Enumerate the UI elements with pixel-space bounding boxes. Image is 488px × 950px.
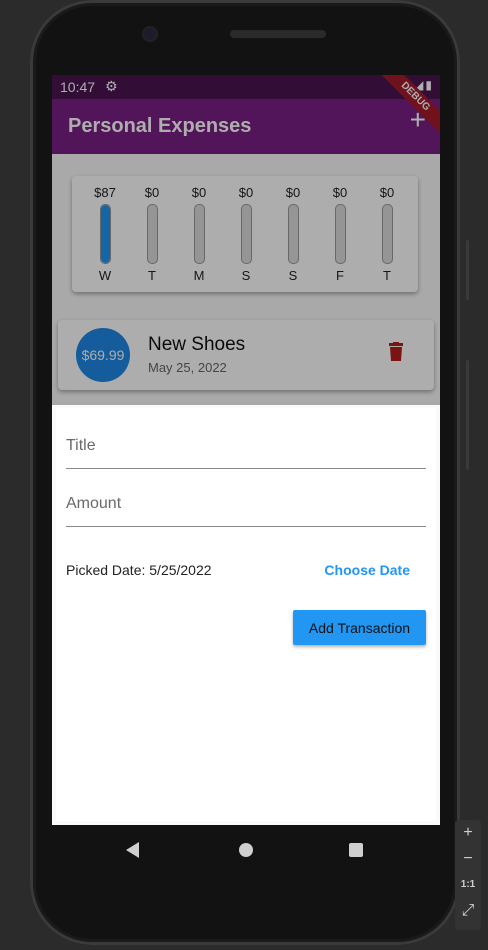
fit-screen-icon[interactable]: ⤢	[455, 898, 481, 924]
title-input[interactable]	[66, 428, 426, 464]
amount-field	[66, 486, 426, 527]
actual-size-button[interactable]: 1:1	[455, 872, 481, 898]
zoom-in-button[interactable]: +	[455, 820, 481, 846]
title-field	[66, 428, 426, 469]
zoom-out-button[interactable]: −	[455, 846, 481, 872]
home-icon[interactable]	[239, 843, 253, 857]
android-nav-bar	[52, 825, 440, 875]
earpiece-speaker	[230, 30, 326, 38]
modal-scrim[interactable]	[52, 75, 440, 405]
back-icon[interactable]	[126, 842, 139, 858]
picked-date-label: Picked Date: 5/25/2022	[66, 562, 212, 578]
emulator-zoom-toolbar: + − 1:1 ⤢	[455, 820, 481, 930]
recents-icon[interactable]	[349, 843, 363, 857]
choose-date-button[interactable]: Choose Date	[324, 562, 410, 578]
add-transaction-button[interactable]: Add Transaction	[293, 610, 426, 645]
app-screen: 10:47 ⚙ ▾◢▮ Personal Expenses + DEBUG $8…	[52, 75, 440, 825]
amount-input[interactable]	[66, 486, 426, 522]
date-row: Picked Date: 5/25/2022 Choose Date	[66, 562, 426, 582]
power-button	[466, 360, 469, 470]
front-camera	[144, 28, 156, 40]
new-transaction-sheet: Picked Date: 5/25/2022 Choose Date Add T…	[56, 408, 436, 821]
volume-button	[466, 240, 469, 300]
